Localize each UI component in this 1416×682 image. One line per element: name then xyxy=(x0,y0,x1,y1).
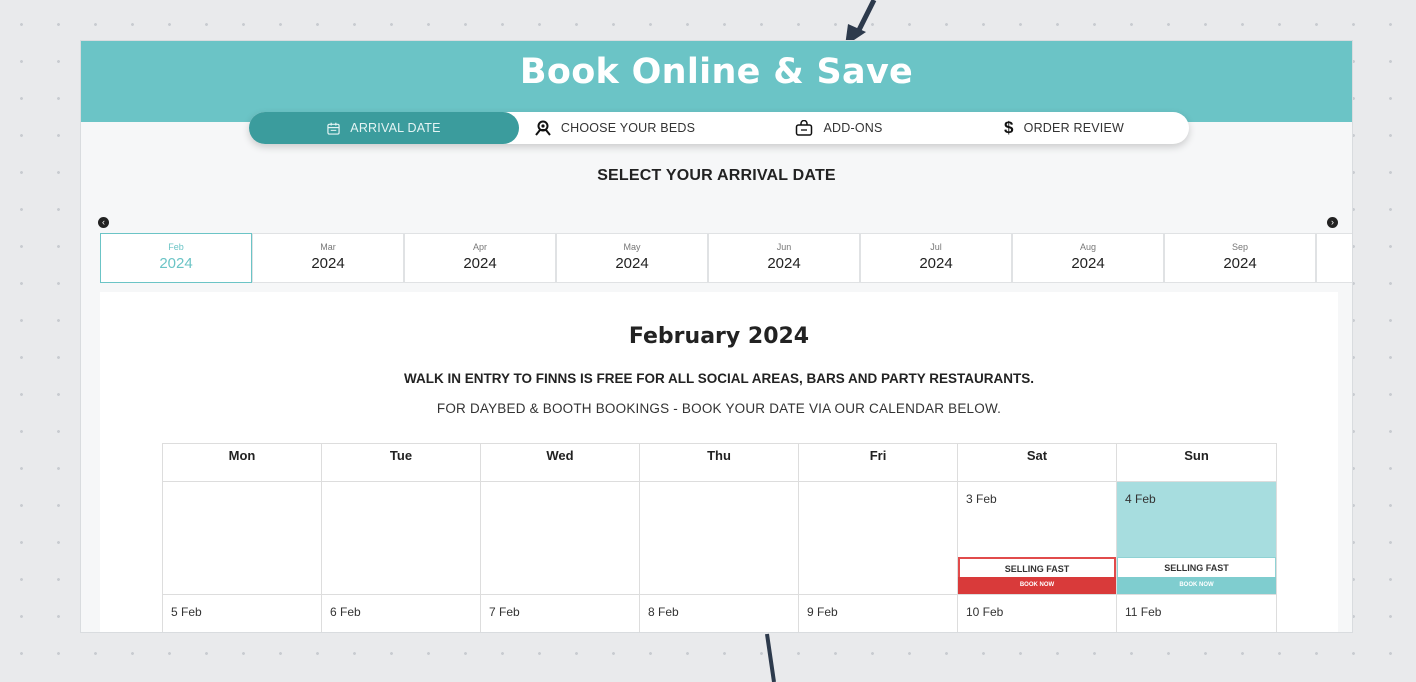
weekday-header: Wed xyxy=(481,444,640,482)
calendar-day[interactable]: 9 Feb xyxy=(799,595,958,632)
calendar-day-empty xyxy=(640,482,799,595)
month-label: Jun xyxy=(776,242,792,252)
calendar-day[interactable]: 5 Feb xyxy=(163,595,322,632)
step-label: CHOOSE YOUR BEDS xyxy=(560,121,696,135)
day-label: 9 Feb xyxy=(807,605,838,619)
weekday-header: Mon xyxy=(163,444,322,482)
calendar-day[interactable]: 11 Feb xyxy=(1117,595,1277,632)
weekday-header: Sun xyxy=(1117,444,1277,482)
calendar-day[interactable]: 8 Feb xyxy=(640,595,799,632)
book-now-button[interactable]: SELLING FAST BOOK NOW xyxy=(958,557,1116,594)
month-selector: Feb 2024 Mar 2024 Apr 2024 May 2024 Jun … xyxy=(100,233,1352,283)
month-tab-feb[interactable]: Feb 2024 xyxy=(100,233,252,283)
step-order-review[interactable]: $ ORDER REVIEW xyxy=(989,112,1139,144)
dollar-icon: $ xyxy=(1004,118,1014,137)
year-label: 2024 xyxy=(463,255,497,272)
annotation-arrow-icon xyxy=(765,633,776,682)
calendar-day-empty xyxy=(322,482,481,595)
day-label: 3 Feb xyxy=(966,492,997,506)
month-label: Jul xyxy=(930,242,942,252)
month-label: Apr xyxy=(472,242,487,252)
book-now-button[interactable]: SELLING FAST BOOK NOW xyxy=(1117,557,1276,594)
book-now-label: BOOK NOW xyxy=(1117,577,1276,594)
month-tab-sep[interactable]: Sep 2024 xyxy=(1164,233,1316,283)
year-label: 2024 xyxy=(615,255,649,272)
selling-fast-badge: SELLING FAST xyxy=(1117,557,1276,577)
day-label: 8 Feb xyxy=(648,605,679,619)
month-tab-jun[interactable]: Jun 2024 xyxy=(708,233,860,283)
weekday-header: Fri xyxy=(799,444,958,482)
map-pin-person-icon xyxy=(535,120,551,136)
calendar-day-empty xyxy=(481,482,640,595)
month-label: May xyxy=(623,242,641,252)
month-label: Feb xyxy=(168,242,184,252)
step-add-ons[interactable]: ADD-ONS xyxy=(769,112,909,144)
step-arrival-date[interactable]: ARRIVAL DATE xyxy=(249,112,519,144)
page-title: Book Online & Save xyxy=(519,52,914,92)
year-label: 2024 xyxy=(767,255,801,272)
arrow-right-circle-icon[interactable]: › xyxy=(1327,217,1338,228)
weekday-header: Thu xyxy=(640,444,799,482)
month-label: Mar xyxy=(320,242,336,252)
month-tab-mar[interactable]: Mar 2024 xyxy=(252,233,404,283)
calendar-panel: February 2024 WALK IN ENTRY TO FINNS IS … xyxy=(100,292,1338,632)
step-label: ORDER REVIEW xyxy=(1023,121,1124,135)
book-now-label: BOOK NOW xyxy=(958,577,1116,594)
month-label: Aug xyxy=(1079,242,1096,252)
header-banner: Book Online & Save xyxy=(81,41,1352,122)
year-label: 2024 xyxy=(311,255,345,272)
month-tab-apr[interactable]: Apr 2024 xyxy=(404,233,556,283)
calendar-day[interactable]: 3 Feb SELLING FAST BOOK NOW xyxy=(958,482,1117,595)
booking-widget: Book Online & Save ARRIVAL DATE CHOOSE Y… xyxy=(81,41,1352,632)
info-text: WALK IN ENTRY TO FINNS IS FREE FOR ALL S… xyxy=(403,371,1035,386)
day-label: 6 Feb xyxy=(330,605,361,619)
calendar-day-selected[interactable]: 4 Feb SELLING FAST BOOK NOW xyxy=(1117,482,1277,595)
calendar-day-empty xyxy=(799,482,958,595)
year-label: 2024 xyxy=(919,255,953,272)
year-label: 2024 xyxy=(1223,255,1257,272)
weekday-header: Tue xyxy=(322,444,481,482)
year-label: 2024 xyxy=(1071,255,1105,272)
step-label: ADD-ONS xyxy=(823,121,883,135)
section-subtitle: SELECT YOUR ARRIVAL DATE xyxy=(597,167,836,184)
day-label: 4 Feb xyxy=(1125,492,1156,506)
step-label: ARRIVAL DATE xyxy=(350,121,441,135)
arrow-left-circle-icon[interactable]: ‹ xyxy=(98,217,109,228)
calendar-title: February 2024 xyxy=(628,324,810,349)
selling-fast-badge: SELLING FAST xyxy=(958,557,1116,577)
calendar-icon xyxy=(327,122,340,135)
month-label: Sep xyxy=(1231,242,1248,252)
calendar-day[interactable]: 6 Feb xyxy=(322,595,481,632)
shopping-bag-icon xyxy=(796,120,813,136)
day-label: 5 Feb xyxy=(171,605,202,619)
month-tab-may[interactable]: May 2024 xyxy=(556,233,708,283)
month-tab-jul[interactable]: Jul 2024 xyxy=(860,233,1012,283)
step-progress-bar: ARRIVAL DATE CHOOSE YOUR BEDS ADD-ONS $ … xyxy=(249,112,1189,144)
calendar-day[interactable]: 10 Feb xyxy=(958,595,1117,632)
calendar-day-empty xyxy=(163,482,322,595)
weekday-header: Sat xyxy=(958,444,1117,482)
day-label: 7 Feb xyxy=(489,605,520,619)
calendar-grid: Mon Tue Wed Thu Fri Sat Sun 3 Feb SELLIN… xyxy=(162,443,1277,632)
calendar-day[interactable]: 7 Feb xyxy=(481,595,640,632)
step-choose-beds[interactable]: CHOOSE YOUR BEDS xyxy=(525,112,705,144)
info-text: FOR DAYBED & BOOTH BOOKINGS - BOOK YOUR … xyxy=(436,401,1002,416)
month-tab-next[interactable] xyxy=(1316,233,1352,283)
month-tab-aug[interactable]: Aug 2024 xyxy=(1012,233,1164,283)
day-label: 11 Feb xyxy=(1125,605,1162,619)
year-label: 2024 xyxy=(159,255,193,272)
day-label: 10 Feb xyxy=(966,605,1004,619)
